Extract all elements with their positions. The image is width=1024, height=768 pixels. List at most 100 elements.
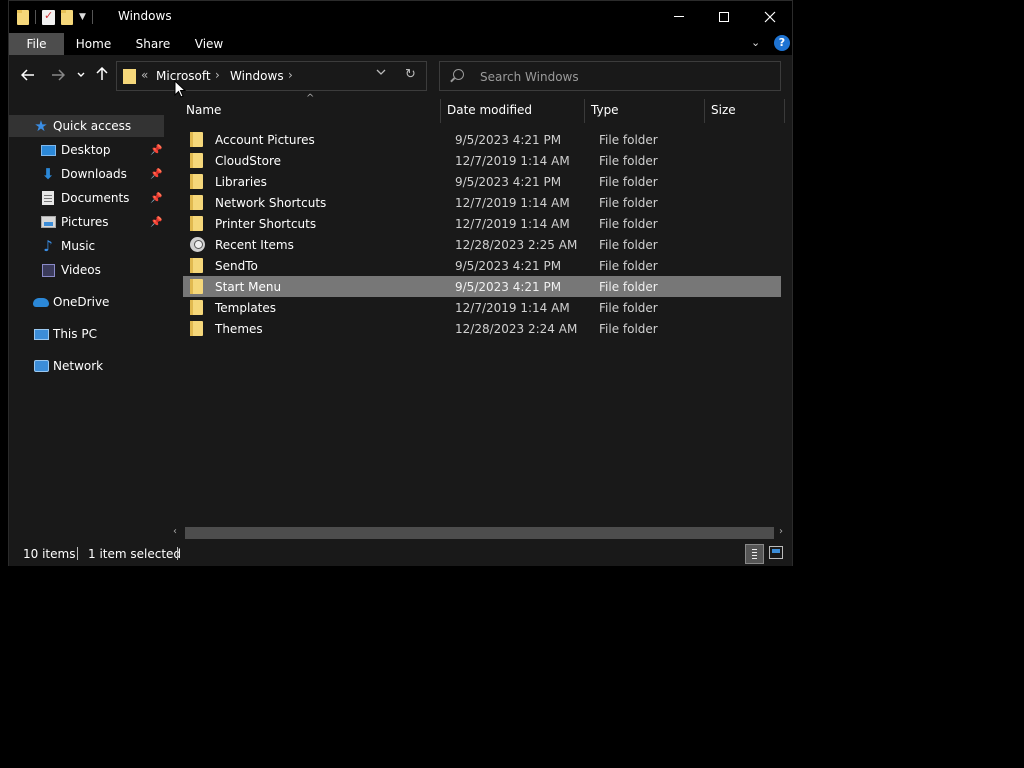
chevron-down-icon [77, 72, 85, 77]
file-type: File folder [599, 258, 658, 273]
column-header-date-modified[interactable]: Date modified [447, 103, 532, 117]
sidebar-item-videos[interactable]: Videos [9, 259, 164, 281]
refresh-icon[interactable]: ↻ [405, 67, 416, 82]
star-icon: ★ [34, 117, 48, 135]
folder-icon [190, 258, 203, 273]
sidebar-item-label: This PC [53, 327, 97, 341]
search-input[interactable] [478, 68, 768, 85]
address-history-chevron-icon[interactable] [376, 68, 386, 79]
address-bar[interactable]: « Microsoft › Windows › ↻ [116, 61, 427, 91]
folder-icon [190, 174, 203, 189]
file-date: 12/28/2023 2:25 AM [455, 237, 578, 252]
file-type: File folder [599, 153, 658, 168]
help-icon[interactable]: ? [774, 35, 790, 51]
file-list: Account Pictures 9/5/2023 4:21 PM File f… [183, 129, 781, 529]
table-row-selected[interactable]: Start Menu 9/5/2023 4:21 PM File folder [183, 276, 781, 297]
status-bar: 10 items 1 item selected [9, 542, 792, 566]
sidebar-item-desktop[interactable]: Desktop 📌 [9, 139, 164, 161]
large-icons-view-icon[interactable] [769, 546, 783, 559]
divider [91, 10, 93, 24]
chevron-right-icon[interactable]: › [288, 68, 293, 82]
sidebar-item-network[interactable]: Network [9, 355, 164, 377]
horizontal-scrollbar[interactable]: ‹ › [167, 525, 794, 542]
folder-icon [190, 321, 203, 336]
file-name: SendTo [215, 258, 258, 273]
column-divider[interactable] [784, 99, 785, 123]
details-view-icon[interactable] [745, 544, 764, 564]
videos-icon [40, 262, 56, 278]
properties-icon[interactable] [42, 9, 55, 25]
tab-view[interactable]: View [189, 33, 229, 55]
close-button[interactable] [747, 1, 793, 32]
folder-icon [190, 153, 203, 168]
table-row[interactable]: Printer Shortcuts 12/7/2019 1:14 AM File… [183, 213, 781, 234]
sidebar-item-quick-access[interactable]: ★ Quick access [9, 115, 164, 137]
file-date: 9/5/2023 4:21 PM [455, 132, 562, 147]
back-button[interactable] [17, 65, 39, 87]
search-box[interactable] [439, 61, 781, 91]
network-icon [33, 358, 49, 374]
table-row[interactable]: Libraries 9/5/2023 4:21 PM File folder [183, 171, 781, 192]
new-folder-icon[interactable] [61, 9, 73, 25]
recent-locations-button[interactable] [73, 65, 89, 87]
chevron-right-icon[interactable]: › [215, 68, 220, 82]
sidebar-item-downloads[interactable]: ⬇ Downloads 📌 [9, 163, 164, 185]
sidebar-item-label: Pictures [61, 215, 109, 229]
minimize-button[interactable] [656, 1, 702, 32]
sidebar-item-label: Desktop [61, 143, 111, 157]
column-header-type[interactable]: Type [591, 103, 619, 117]
breadcrumb-windows[interactable]: Windows [230, 69, 284, 83]
table-row[interactable]: Network Shortcuts 12/7/2019 1:14 AM File… [183, 192, 781, 213]
folder-icon [190, 279, 203, 294]
column-divider[interactable] [584, 99, 585, 123]
scroll-right-icon[interactable]: › [779, 526, 783, 537]
folder-icon [17, 9, 29, 25]
forward-button[interactable] [47, 65, 69, 87]
scroll-left-icon[interactable]: ‹ [173, 526, 177, 537]
table-row[interactable]: Account Pictures 9/5/2023 4:21 PM File f… [183, 129, 781, 150]
pin-icon: 📌 [150, 144, 163, 156]
column-header-size[interactable]: Size [711, 103, 736, 117]
file-date: 9/5/2023 4:21 PM [455, 279, 562, 294]
overflow-chevron-icon[interactable]: « [141, 68, 148, 82]
file-type: File folder [599, 216, 658, 231]
file-explorer-window: ▼ Windows File Home Share View ⌄ ? [8, 0, 793, 566]
quick-access-toolbar: ▼ [17, 8, 93, 26]
sidebar-item-music[interactable]: ♪ Music [9, 235, 164, 257]
scrollbar-thumb[interactable] [185, 527, 774, 539]
divider [77, 547, 78, 560]
table-row[interactable]: Recent Items 12/28/2023 2:25 AM File fol… [183, 234, 781, 255]
expand-ribbon-chevron-icon[interactable]: ⌄ [751, 36, 760, 49]
pictures-icon [40, 214, 56, 230]
file-type: File folder [599, 195, 658, 210]
file-date: 12/7/2019 1:14 AM [455, 300, 570, 315]
downloads-icon: ⬇ [41, 165, 55, 183]
sidebar-item-documents[interactable]: Documents 📌 [9, 187, 164, 209]
file-type: File folder [599, 132, 658, 147]
folder-icon [190, 132, 203, 147]
window-title: Windows [118, 9, 172, 23]
search-icon [453, 69, 464, 80]
recent-items-icon [190, 237, 205, 252]
column-header-name[interactable]: Name [186, 103, 221, 117]
table-row[interactable]: SendTo 9/5/2023 4:21 PM File folder [183, 255, 781, 276]
table-row[interactable]: Themes 12/28/2023 2:24 AM File folder [183, 318, 781, 339]
tab-home[interactable]: Home [71, 33, 116, 55]
sidebar-item-this-pc[interactable]: This PC [9, 323, 164, 345]
tab-share[interactable]: Share [131, 33, 175, 55]
sidebar-item-label: Videos [61, 263, 101, 277]
sidebar-item-label: Music [61, 239, 96, 253]
customize-toolbar-chevron-icon[interactable]: ▼ [79, 12, 86, 22]
table-row[interactable]: CloudStore 12/7/2019 1:14 AM File folder [183, 150, 781, 171]
up-button[interactable] [91, 65, 113, 87]
sidebar-item-onedrive[interactable]: OneDrive [9, 291, 164, 313]
tab-file[interactable]: File [9, 33, 64, 55]
file-date: 12/7/2019 1:14 AM [455, 153, 570, 168]
maximize-button[interactable] [701, 1, 747, 32]
navigation-bar: « Microsoft › Windows › ↻ [9, 55, 792, 97]
table-row[interactable]: Templates 12/7/2019 1:14 AM File folder [183, 297, 781, 318]
folder-icon [190, 216, 203, 231]
column-divider[interactable] [440, 99, 441, 123]
column-divider[interactable] [704, 99, 705, 123]
sidebar-item-pictures[interactable]: Pictures 📌 [9, 211, 164, 233]
